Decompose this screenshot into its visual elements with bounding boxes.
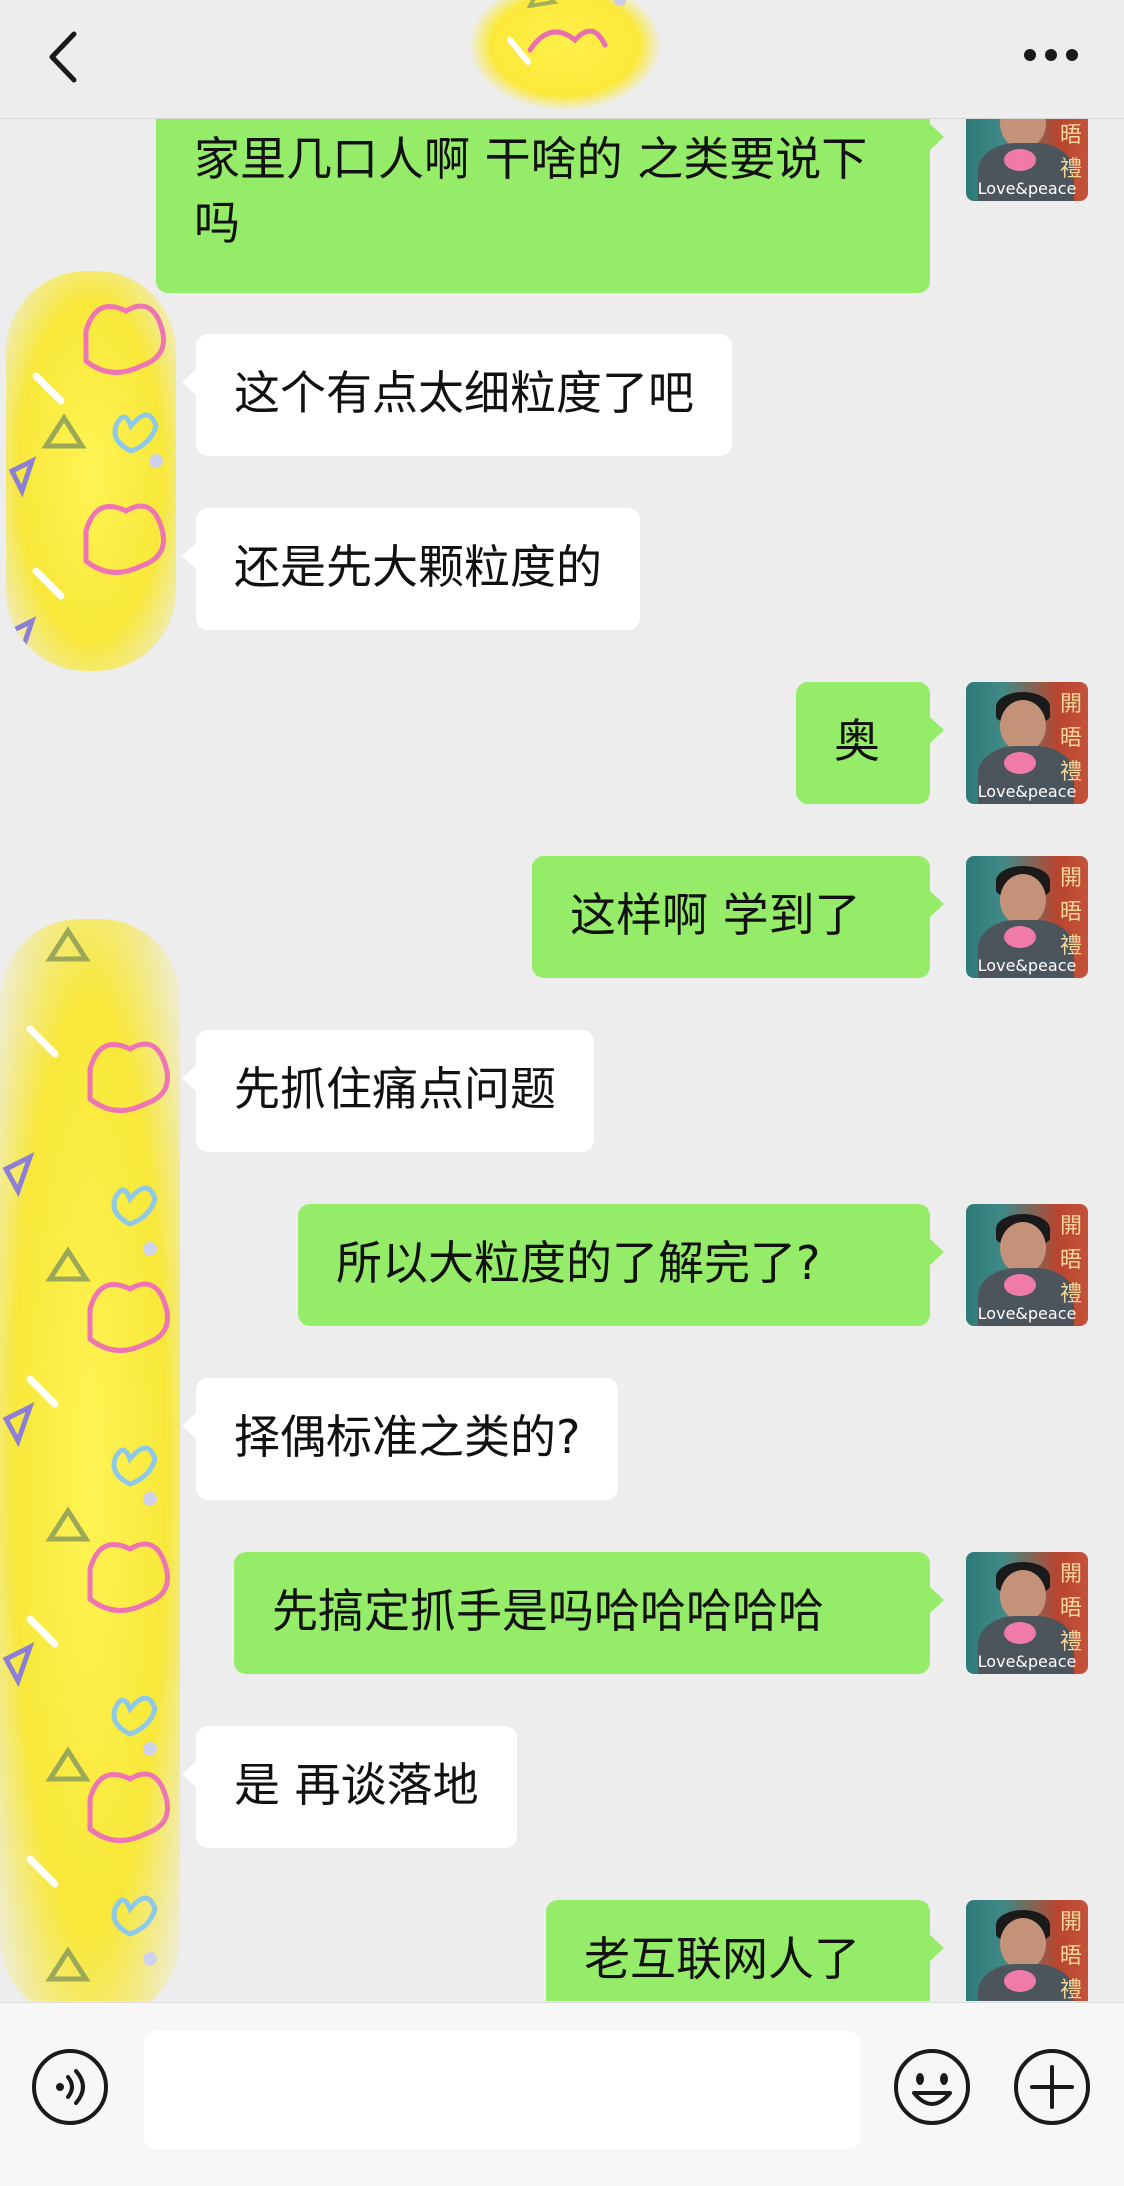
message-bubble-received[interactable]: 先抓住痛点问题: [182, 1030, 594, 1152]
more-dots-icon: [1024, 49, 1078, 61]
avatar-glyphs: 開 晤 禮: [1059, 866, 1082, 959]
message-text: 先搞定抓手是吗哈哈哈哈哈: [272, 1584, 824, 1638]
avatar[interactable]: 開 晤 禮 Love&peace: [966, 682, 1088, 804]
plus-icon: [1014, 2049, 1090, 2125]
back-button[interactable]: [40, 26, 90, 88]
avatar[interactable]: 開 晤 禮 Love&peace: [966, 1552, 1088, 1674]
message-text: 这样啊 学到了: [570, 888, 861, 942]
voice-icon: [32, 2049, 108, 2125]
voice-button[interactable]: [30, 2047, 110, 2127]
avatar-caption: Love&peace: [977, 782, 1077, 801]
avatar[interactable]: 開 晤 禮 Love&peace: [966, 1204, 1088, 1326]
avatar-caption: Love&peace: [977, 1652, 1077, 1671]
emoji-button[interactable]: [892, 2047, 972, 2127]
avatar-caption: Love&peace: [977, 956, 1077, 975]
avatar-caption: Love&peace: [977, 179, 1077, 198]
plus-button[interactable]: [1012, 2047, 1092, 2127]
message-bubble-sent[interactable]: 先搞定抓手是吗哈哈哈哈哈: [234, 1552, 944, 1674]
avatar[interactable]: 開 晤 禮 Love&peace: [966, 1900, 1088, 2001]
message-bubble-sent[interactable]: 老互联网人了: [546, 1900, 944, 2001]
avatar-glyphs: 開 晤 禮: [1059, 692, 1082, 785]
message-list[interactable]: 家里几口人啊 干啥的 之类要说下吗 開 晤 禮 Love&peace 这个有点太…: [0, 119, 1124, 2001]
message-text: 还是先大颗粒度的: [234, 540, 602, 594]
message-text: 所以大粒度的了解完了?: [336, 1236, 821, 1290]
message-text: 这个有点太细粒度了吧: [234, 366, 694, 420]
avatar-caption: Love&peace: [977, 1304, 1077, 1323]
avatar-caption: Love&peace: [966, 2000, 1088, 2001]
message-text: 奥: [834, 714, 880, 768]
avatar[interactable]: 開 晤 禮 Love&peace: [966, 119, 1088, 201]
message-text: 择偶标准之类的?: [234, 1410, 581, 1464]
avatar-glyphs: 開 晤 禮: [1059, 123, 1082, 182]
message-bubble-received[interactable]: 择偶标准之类的?: [181, 1378, 619, 1500]
avatar-glyphs: 開 晤 禮: [1059, 1562, 1082, 1655]
message-bubble-sent[interactable]: 奥: [796, 682, 944, 804]
avatar-sticker-strip: [6, 271, 176, 671]
message-text: 是 再谈落地: [234, 1758, 479, 1812]
message-text: 老互联网人了: [584, 1932, 860, 1986]
chat-title-sticker: [470, 0, 660, 110]
avatar[interactable]: 開 晤 禮 Love&peace: [966, 856, 1088, 978]
message-bubble-sent[interactable]: 这样啊 学到了: [532, 856, 944, 978]
message-bubble-sent[interactable]: 所以大粒度的了解完了?: [298, 1204, 944, 1326]
avatar-sticker-strip: [0, 919, 180, 2001]
message-text: 家里几口人啊 干啥的 之类要说下吗: [194, 132, 868, 250]
message-bubble-received[interactable]: 还是先大颗粒度的: [182, 508, 640, 630]
emoji-icon: [894, 2049, 970, 2125]
message-text: 先抓住痛点问题: [234, 1062, 556, 1116]
more-options-button[interactable]: [1016, 40, 1086, 70]
input-bar: [0, 2002, 1124, 2186]
message-bubble-received[interactable]: 这个有点太细粒度了吧: [182, 334, 732, 456]
chevron-left-icon: [49, 31, 77, 83]
message-bubble-sent[interactable]: 家里几口人啊 干啥的 之类要说下吗: [156, 119, 944, 293]
avatar-glyphs: 開 晤 禮: [1059, 1910, 1082, 2001]
avatar-glyphs: 開 晤 禮: [1059, 1214, 1082, 1307]
message-bubble-received[interactable]: 是 再谈落地: [182, 1726, 517, 1848]
chat-header: [0, 0, 1124, 119]
message-input[interactable]: [144, 2031, 860, 2149]
